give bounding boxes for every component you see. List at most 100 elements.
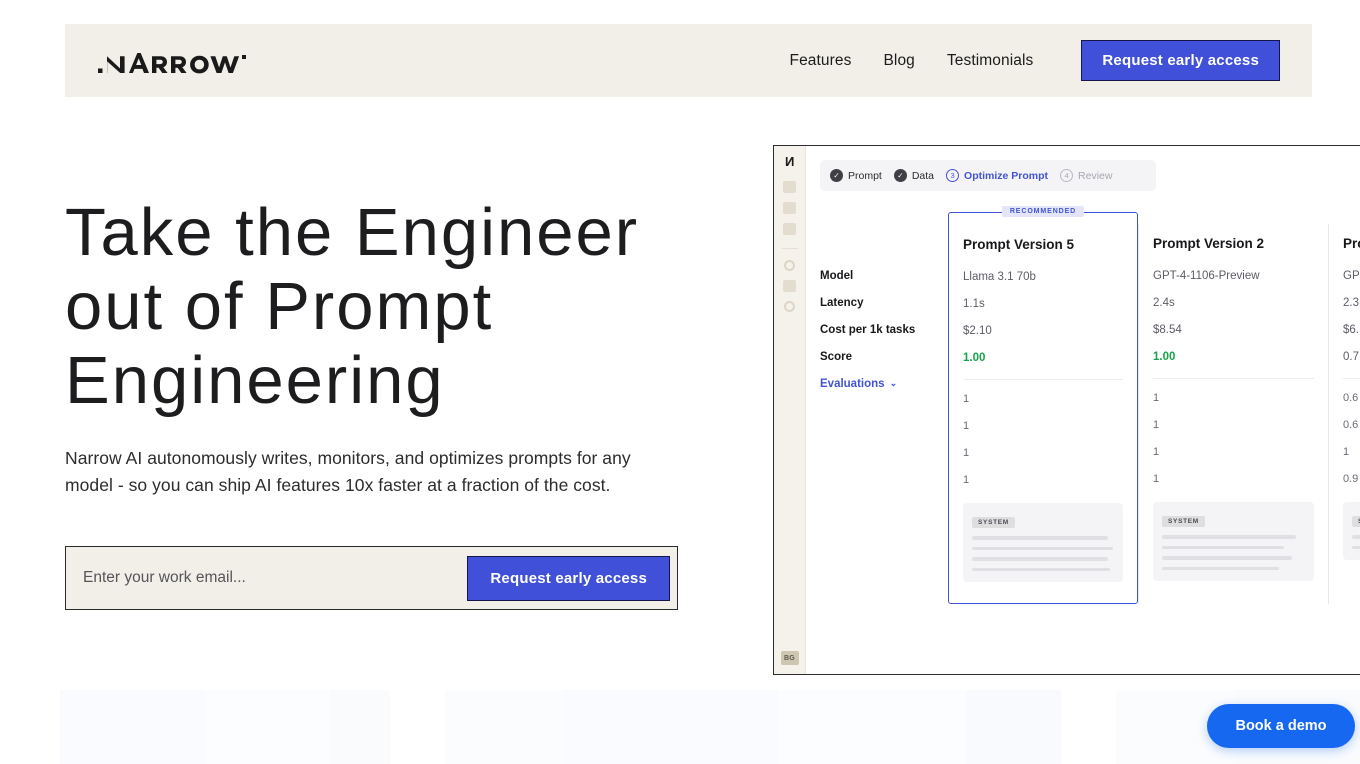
label-score: Score xyxy=(820,350,852,363)
cell-latency: 1.1s xyxy=(963,297,985,310)
work-email-input[interactable] xyxy=(66,569,468,587)
system-prompt-card[interactable]: SYSTEM xyxy=(963,503,1123,582)
step-prompt[interactable]: ✓ Prompt xyxy=(830,169,882,182)
cell-latency: 2.4s xyxy=(1153,296,1175,309)
grid-cell xyxy=(445,690,563,764)
system-prompt-card[interactable]: SYSTEM xyxy=(1153,502,1314,581)
system-badge: SYSTEM xyxy=(1352,516,1360,527)
narrow-logo[interactable] xyxy=(98,48,266,74)
skeleton-line xyxy=(1352,535,1360,539)
app-main: ✓ Prompt ✓ Data 3 Optimize Prompt 4 Revi… xyxy=(806,146,1360,674)
label-cost: Cost per 1k tasks xyxy=(820,323,916,336)
column-title: Prompt Version 5 xyxy=(963,236,1075,252)
step-number-icon: 3 xyxy=(946,169,960,182)
system-badge: SYSTEM xyxy=(1162,516,1205,527)
nav-link-blog[interactable]: Blog xyxy=(867,52,930,70)
skeleton-line xyxy=(1352,545,1360,549)
grid-cell xyxy=(330,690,390,764)
label-model: Model xyxy=(820,269,854,282)
cell-latency: 2.3 xyxy=(1343,296,1359,309)
step-data[interactable]: ✓ Data xyxy=(893,169,935,182)
grid-cell xyxy=(1061,690,1116,764)
cell-model: GPT-4-1106-Preview xyxy=(1153,269,1260,282)
divider xyxy=(1343,378,1360,379)
nav-link-testimonials[interactable]: Testimonials xyxy=(931,52,1049,70)
library-icon[interactable] xyxy=(783,280,796,292)
cell-eval: 0.6 xyxy=(1343,391,1359,404)
divider xyxy=(963,379,1123,380)
skeleton-line xyxy=(1162,566,1280,570)
step-label: Review xyxy=(1078,169,1113,182)
evaluations-label: Evaluations xyxy=(820,377,885,390)
skeleton-line xyxy=(1162,535,1297,539)
cell-model: Llama 3.1 70b xyxy=(963,270,1036,283)
step-label: Data xyxy=(911,169,935,182)
cell-eval: 1 xyxy=(1153,418,1160,431)
app-sidebar: N BG xyxy=(774,146,806,674)
grid-cell xyxy=(205,690,330,764)
cell-eval: 1 xyxy=(1153,391,1160,404)
grid-cell xyxy=(778,690,966,764)
avatar[interactable]: BG xyxy=(780,651,799,665)
skeleton-line xyxy=(972,557,1109,561)
check-icon: ✓ xyxy=(893,169,907,182)
version-column-3[interactable]: Pro GPT 2.3 $6. 0.7 0.6 0.6 1 0.9 SYSTEM xyxy=(1328,224,1360,604)
skeleton-line xyxy=(972,536,1109,540)
page-title: Take the Engineer out of Prompt Engineer… xyxy=(65,195,640,418)
skeleton-line xyxy=(972,546,1113,550)
settings-icon[interactable] xyxy=(784,260,795,271)
nav-link-features[interactable]: Features xyxy=(774,52,868,70)
check-icon: ✓ xyxy=(830,169,843,182)
step-label: Optimize Prompt xyxy=(964,169,1049,182)
step-label: Prompt xyxy=(848,169,882,182)
column-title: Prompt Version 2 xyxy=(1153,235,1265,251)
step-optimize-prompt[interactable]: 3 Optimize Prompt xyxy=(946,169,1048,182)
main-nav: Features Blog Testimonials Request early… xyxy=(774,40,1280,81)
sidebar-divider xyxy=(781,248,798,249)
comparison-table: Model Latency Cost per 1k tasks Score Ev… xyxy=(820,206,1360,604)
app-logo-icon: N xyxy=(784,154,795,169)
cell-eval: 1 xyxy=(963,446,970,459)
cell-eval: 0.9 xyxy=(1343,472,1359,485)
cell-score: 1.00 xyxy=(963,351,986,364)
cell-cost: $2.10 xyxy=(963,324,992,337)
version-column-recommended[interactable]: RECOMMENDED Prompt Version 5 Llama 3.1 7… xyxy=(948,206,1138,604)
cell-eval: 1 xyxy=(963,473,970,486)
evaluations-toggle[interactable]: Evaluations ⌄ xyxy=(820,370,948,397)
grid-cell xyxy=(60,690,205,764)
divider xyxy=(1153,378,1314,379)
label-latency: Latency xyxy=(820,296,864,309)
header-request-access-button[interactable]: Request early access xyxy=(1081,40,1280,81)
datasets-icon[interactable] xyxy=(783,223,796,235)
chevron-down-icon: ⌄ xyxy=(889,378,898,388)
email-signup-form: Request early access xyxy=(65,546,678,610)
cell-eval: 1 xyxy=(963,419,970,432)
cell-eval: 1 xyxy=(963,392,970,405)
grid-cell xyxy=(563,690,778,764)
cell-eval: 0.6 xyxy=(1343,418,1359,431)
experiments-icon[interactable] xyxy=(783,202,796,214)
cell-eval: 1 xyxy=(1343,445,1350,458)
cell-score: 1.00 xyxy=(1153,350,1176,363)
column-title: Pro xyxy=(1343,235,1360,251)
book-demo-button[interactable]: Book a demo xyxy=(1207,704,1355,748)
cell-eval: 1 xyxy=(1153,472,1160,485)
integrations-icon[interactable] xyxy=(784,301,795,312)
dashboard-icon[interactable] xyxy=(783,181,796,193)
skeleton-line xyxy=(1162,556,1293,560)
cell-score: 0.7 xyxy=(1343,350,1359,363)
metric-labels: Model Latency Cost per 1k tasks Score Ev… xyxy=(820,224,948,604)
step-number-icon: 4 xyxy=(1060,169,1074,182)
recommended-badge: RECOMMENDED xyxy=(1001,206,1085,217)
cell-cost: $8.54 xyxy=(1153,323,1182,336)
version-columns: RECOMMENDED Prompt Version 5 Llama 3.1 7… xyxy=(948,206,1360,604)
step-review[interactable]: 4 Review xyxy=(1060,169,1112,182)
background-grid xyxy=(60,690,1360,764)
cell-model: GPT xyxy=(1343,269,1360,282)
workflow-stepper: ✓ Prompt ✓ Data 3 Optimize Prompt 4 Revi… xyxy=(820,160,1156,191)
cell-cost: $6. xyxy=(1343,323,1359,336)
product-screenshot: N BG ✓ Prompt ✓ Data 3 Optimize Prompt 4… xyxy=(773,145,1360,675)
system-prompt-card[interactable]: SYSTEM xyxy=(1343,502,1360,560)
version-column-2[interactable]: Prompt Version 2 GPT-4-1106-Preview 2.4s… xyxy=(1138,224,1328,604)
hero-request-access-button[interactable]: Request early access xyxy=(467,555,670,601)
